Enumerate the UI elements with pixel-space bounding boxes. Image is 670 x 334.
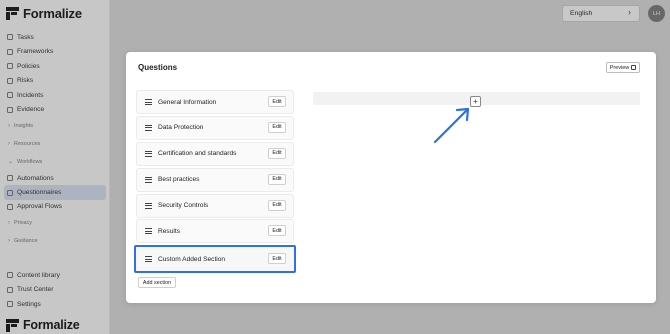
drag-handle-icon[interactable] [145, 256, 152, 263]
external-link-icon [631, 65, 637, 70]
drag-handle-icon[interactable] [145, 202, 152, 209]
section-item-general-information[interactable]: General Information Edit [136, 90, 294, 114]
edit-button[interactable]: Edit [268, 147, 286, 159]
edit-button[interactable]: Edit [268, 96, 286, 107]
section-label: General Information [158, 98, 217, 106]
edit-button[interactable]: Edit [268, 173, 286, 185]
drag-handle-icon[interactable] [145, 99, 152, 105]
section-item-results[interactable]: Results Edit [136, 219, 294, 244]
footer-brand-logo: Formalize [6, 318, 80, 332]
questions-modal: Questions Preview General Information Ed… [126, 52, 656, 303]
drag-handle-icon[interactable] [145, 176, 152, 183]
modal-title: Questions [138, 63, 178, 72]
edit-button[interactable]: Edit [268, 225, 286, 237]
section-list: General Information Edit Data Protection… [134, 90, 296, 275]
add-question-button[interactable]: + [470, 96, 481, 107]
edit-button[interactable]: Edit [268, 121, 286, 133]
section-label: Best practices [158, 176, 200, 184]
footer-brand-name: Formalize [23, 318, 80, 332]
section-label: Data Protection [158, 124, 204, 132]
section-label: Security Controls [158, 202, 209, 210]
drag-handle-icon[interactable] [145, 228, 152, 235]
add-section-button[interactable]: Add section [138, 277, 176, 288]
edit-button[interactable]: Edit [268, 199, 286, 211]
section-label: Results [158, 227, 180, 235]
section-item-data-protection[interactable]: Data Protection Edit [136, 115, 294, 140]
section-item-security-controls[interactable]: Security Controls Edit [136, 193, 294, 218]
drag-handle-icon[interactable] [145, 150, 152, 157]
section-item-custom-added-section[interactable]: Custom Added Section Edit [134, 245, 296, 274]
section-item-best-practices[interactable]: Best practices Edit [136, 167, 294, 192]
section-label: Custom Added Section [158, 255, 226, 263]
preview-button[interactable]: Preview [606, 62, 640, 73]
preview-label: Preview [609, 64, 630, 71]
section-item-certification[interactable]: Certification and standards Edit [136, 141, 294, 166]
section-label: Certification and standards [158, 150, 237, 158]
formalize-logo-icon [6, 318, 19, 332]
drag-handle-icon[interactable] [145, 124, 152, 131]
edit-button[interactable]: Edit [268, 253, 286, 265]
